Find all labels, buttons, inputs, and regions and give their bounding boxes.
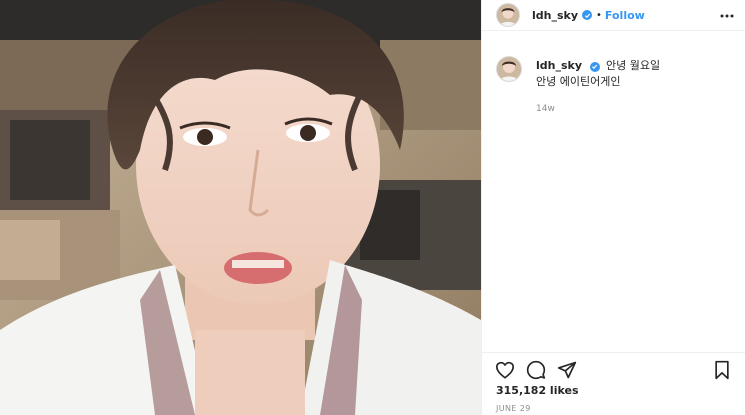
comment-icon[interactable] [525,359,547,381]
likes-count[interactable]: 315,182 likes [496,384,579,397]
caption-avatar[interactable] [496,56,522,82]
caption-avatar-image [497,57,521,81]
post-photo[interactable] [0,0,481,415]
caption-line-2: 안녕 에이틴어게인 [536,75,621,88]
avatar-image [497,4,519,26]
caption-row: ldh_sky 안녕 월요일 안녕 에이틴어게인 [496,56,735,90]
caption-area: ldh_sky 안녕 월요일 안녕 에이틴어게인 14w [496,56,735,114]
avatar[interactable] [496,3,520,27]
header-separator: • [596,9,602,21]
post-side-panel: ldh_sky • Follow ldh_sky 안녕 월요일 안녕 에이틴어게… [481,0,745,415]
header-username[interactable]: ldh_sky [532,9,578,22]
action-bar [482,352,745,382]
post-date[interactable]: JUNE 29 [496,404,531,413]
verified-badge-icon [582,10,593,20]
selfie-illustration [0,0,481,415]
paper-plane-icon[interactable] [556,359,578,381]
bookmark-icon[interactable] [711,359,733,381]
caption-verified-badge-icon [589,61,600,72]
heart-icon[interactable] [494,359,516,381]
post-header: ldh_sky • Follow [482,0,745,31]
caption-username[interactable]: ldh_sky [536,59,582,72]
caption-line-1: 안녕 월요일 [606,59,661,72]
caption-text: ldh_sky 안녕 월요일 안녕 에이틴어게인 [536,56,660,90]
caption-time-ago[interactable]: 14w [536,104,735,114]
more-horizontal-icon[interactable] [719,8,735,24]
follow-button[interactable]: Follow [605,9,645,22]
